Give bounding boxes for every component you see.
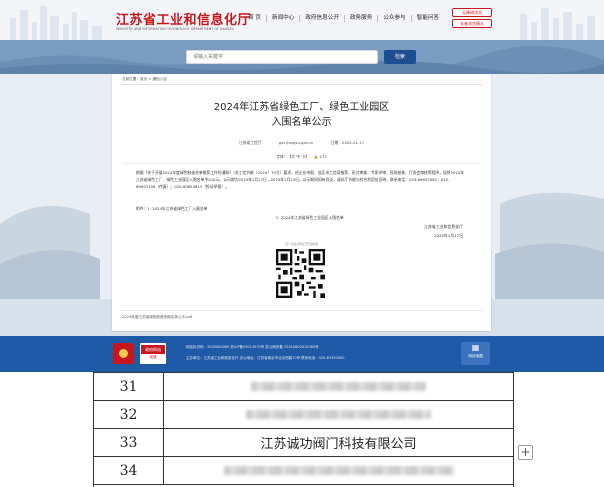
attachment-link-1[interactable]: 附件：1. 2024年江苏省绿色工厂入围名单 [136, 204, 466, 213]
gov-site-badge[interactable]: 政府网站 找错 [140, 343, 166, 364]
accessibility-button[interactable]: 无障碍浏览 [452, 8, 492, 17]
signature-org: 江苏省工业和信息化厅 [424, 224, 463, 229]
article-date: 日期：2025-01-17 [330, 140, 365, 145]
table-row: 32 [93, 400, 514, 429]
signature-date: 2025年1月17日 [434, 232, 463, 238]
divider [122, 163, 481, 164]
table-row: 33 江苏诚功阀门科技有限公司 [93, 428, 514, 457]
row-number: 31 [93, 372, 164, 401]
gov-badge-bottom: 找错 [149, 355, 157, 359]
font-size-switcher[interactable]: 字体：【大 中 小】 [276, 154, 309, 159]
divider [120, 310, 483, 311]
row-number: 33 [93, 428, 164, 457]
article-title-line2: 入围名单公示 [271, 117, 332, 128]
nav-public[interactable]: 公众参与 [377, 15, 410, 22]
search-input[interactable] [186, 50, 378, 64]
main-nav: 首 页 新闻中心 政府信息公开 政务服务 公众参与 智能问答 [243, 15, 444, 22]
attachment-link-2[interactable]: 2. 2024年江苏省绿色工业园区入围名单 [136, 213, 466, 222]
company-name-redacted [163, 400, 514, 429]
site-title[interactable]: 江苏省工业和信息化厅 [116, 9, 251, 28]
elder-mode-button[interactable]: 长者浏览模式 [452, 19, 492, 28]
divider [120, 84, 483, 85]
article-card: 当前位置：首页 > 通知公告 2024年江苏省绿色工厂、绿色工业园区 入围名单公… [112, 74, 491, 331]
nav-news[interactable]: 新闻中心 [265, 15, 299, 22]
nav-services[interactable]: 政务服务 [343, 15, 377, 22]
accessibility-buttons: 无障碍浏览 长者浏览模式 [452, 8, 492, 28]
site-subtitle: INDUSTRY AND INFORMATION TECHNOLOGY DEPA… [116, 27, 235, 31]
sitemap-button[interactable]: ▦ 网站地图 [461, 342, 490, 365]
emblem-center [119, 349, 128, 358]
plus-icon: + [520, 445, 531, 459]
attachment-file-link[interactable]: 2024年度江苏省绿色制造申报名单公示.pdf [122, 315, 192, 320]
sitemap-label: 网站地图 [468, 354, 483, 358]
expand-button[interactable]: + [518, 445, 533, 460]
company-list-table: 31 32 33 江苏诚功阀门科技有限公司 34 [93, 372, 514, 485]
article-url: gxt.jiangsu.gov.cn [278, 140, 314, 145]
nav-gov-info[interactable]: 政府信息公开 [299, 15, 344, 22]
nav-qa[interactable]: 智能问答 [410, 15, 444, 22]
footer-sponsor: 主办单位：江苏省工业和信息化厅 办公地址：江苏省南京市北京西路70号 联系电话：… [186, 356, 345, 360]
table-row: 34 [93, 456, 514, 485]
redaction-blur [246, 410, 431, 419]
table-row: 31 [93, 372, 514, 401]
attachment-list: 附件：1. 2024年江苏省绿色工厂入围名单 2. 2024年江苏省绿色工业园区… [136, 204, 466, 222]
article-source: 江苏省工信厅 [238, 140, 262, 145]
site-footer [0, 336, 604, 372]
article-title: 2024年江苏省绿色工厂、绿色工业园区 入围名单公示 [112, 100, 491, 130]
article-meta: 江苏省工信厅 gxt.jiangsu.gov.cn 日期：2025-01-17 [112, 140, 491, 146]
nav-home[interactable]: 首 页 [243, 15, 266, 22]
views-count: 🔒 270 [313, 154, 327, 159]
font-size-row: 字体：【大 中 小】 🔒 270 [112, 154, 491, 160]
search-button[interactable]: 检索 [384, 50, 416, 64]
webpage-screenshot: 江苏省工业和信息化厅 INDUSTRY AND INFORMATION TECH… [0, 0, 604, 372]
site-header: 江苏省工业和信息化厅 INDUSTRY AND INFORMATION TECH… [0, 0, 604, 40]
breadcrumb[interactable]: 当前位置：首页 > 通知公告 [122, 77, 167, 82]
article-title-line1: 2024年江苏省绿色工厂、绿色工业园区 [213, 102, 390, 113]
redaction-blur [223, 466, 454, 475]
qr-label: 扫一扫在手机打开当前页 [284, 242, 318, 246]
row-number: 32 [93, 400, 164, 429]
company-name-redacted [163, 372, 514, 401]
redaction-blur [251, 382, 426, 391]
row-number: 34 [93, 456, 164, 485]
sitemap-icon: ▦ [471, 343, 480, 352]
party-emblem-icon[interactable] [113, 343, 134, 364]
company-name-redacted [163, 456, 514, 485]
article-body: 根据《关于开展2024年度绿色制造名单推荐工作的通知》（苏工信节能〔2024〕7… [136, 170, 465, 190]
qr-code-icon [276, 249, 325, 298]
signature-block: 江苏省工业和信息化厅 2025年1月17日 [424, 223, 463, 240]
company-name: 江苏诚功阀门科技有限公司 [163, 428, 514, 457]
gov-badge-top: 政府网站 [141, 345, 165, 354]
footer-registration: 网站标识码：3200000069 苏ICP备05013570号 苏公网安备 32… [186, 345, 319, 349]
